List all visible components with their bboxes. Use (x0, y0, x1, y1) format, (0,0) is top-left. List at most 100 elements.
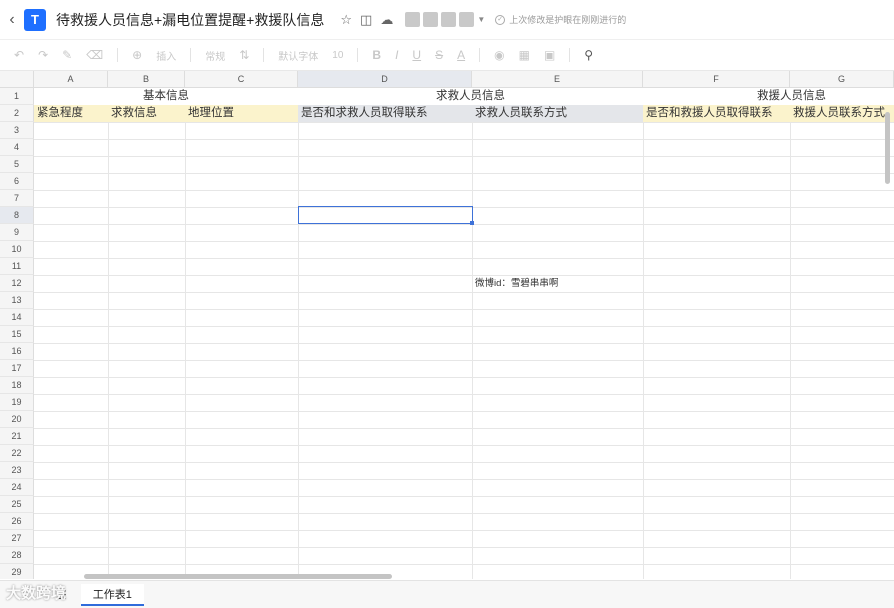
column-header-g[interactable]: G (790, 71, 894, 88)
column-header-c[interactable]: C (185, 71, 298, 88)
vertical-scrollbar[interactable] (885, 112, 890, 184)
cloud-icon[interactable]: ☁ (380, 12, 393, 28)
column-divider (108, 88, 109, 579)
cell-seeker-info-header[interactable]: 求救人员信息 (298, 88, 643, 105)
chevron-left-icon[interactable]: ‹ (0, 11, 24, 29)
decimal-icon[interactable]: ⇅ (239, 48, 249, 62)
toolbar-divider (479, 48, 481, 62)
row-header[interactable]: 23 (0, 462, 34, 479)
cell-rescuer-info-header[interactable]: 救援人员信息 (643, 88, 894, 105)
eraser-icon[interactable]: ⌫ (86, 48, 103, 62)
cell-basic-info-header[interactable]: 基本信息 (34, 88, 298, 105)
check-circle-icon: ✓ (495, 14, 506, 25)
row-header[interactable]: 9 (0, 224, 34, 241)
row-header[interactable]: 22 (0, 445, 34, 462)
search-icon[interactable]: ⚲ (584, 48, 593, 62)
row-header[interactable]: 19 (0, 394, 34, 411)
row-header[interactable]: 18 (0, 377, 34, 394)
cell-g2[interactable]: 救援人员联系方式 (790, 105, 894, 122)
column-divider (472, 88, 473, 579)
row-header[interactable]: 14 (0, 309, 34, 326)
column-divider (643, 88, 644, 579)
row-header[interactable]: 10 (0, 241, 34, 258)
row-header[interactable]: 29 (0, 564, 34, 579)
font-family-dropdown[interactable]: 默认字体 (278, 48, 318, 63)
cell-area[interactable] (34, 88, 894, 579)
avatar[interactable] (441, 12, 457, 27)
row-header[interactable]: 1 (0, 88, 34, 105)
border-icon[interactable]: ▦ (519, 48, 530, 62)
bold-icon[interactable]: B (372, 48, 381, 62)
fill-color-icon[interactable]: ◉ (494, 48, 504, 62)
title-bar: ‹ T 待救援人员信息+漏电位置提醒+救援队信息 ☆ ◫ ☁ ▼ ✓ 上次修改是… (0, 0, 894, 40)
row-header[interactable]: 28 (0, 547, 34, 564)
toolbar-divider (263, 48, 265, 62)
row-header[interactable]: 11 (0, 258, 34, 275)
spreadsheet-grid[interactable]: A B C D E F G 1 2 3 4 5 6 7 8 9 10 11 12… (0, 71, 894, 579)
avatar[interactable] (459, 12, 475, 27)
sheet-tab-bar: ☰ 工作表1 (0, 580, 894, 608)
insert-icon[interactable]: ⊕ (132, 48, 142, 62)
row-header[interactable]: 27 (0, 530, 34, 547)
redo-icon[interactable]: ↷ (38, 48, 48, 62)
select-all-corner[interactable] (0, 71, 34, 88)
font-color-icon[interactable]: A (457, 48, 465, 62)
column-divider (185, 88, 186, 579)
strikethrough-icon[interactable]: S (435, 48, 443, 62)
undo-icon[interactable]: ↶ (14, 48, 24, 62)
number-format-dropdown[interactable]: 常规 (205, 48, 225, 63)
cell-b2[interactable]: 求救信息 (108, 105, 185, 122)
row-header[interactable]: 4 (0, 139, 34, 156)
row-header[interactable]: 20 (0, 411, 34, 428)
row-header[interactable]: 17 (0, 360, 34, 377)
row-header[interactable]: 8 (0, 207, 34, 224)
tencent-docs-logo-icon[interactable]: T (24, 8, 46, 31)
row-header[interactable]: 21 (0, 428, 34, 445)
cell-e2[interactable]: 求救人员联系方式 (472, 105, 643, 122)
avatar[interactable] (405, 12, 421, 27)
row-header[interactable]: 26 (0, 513, 34, 530)
column-header-a[interactable]: A (34, 71, 108, 88)
row-header[interactable]: 13 (0, 292, 34, 309)
cell-a2[interactable]: 紧急程度 (34, 105, 108, 122)
column-header-b[interactable]: B (108, 71, 185, 88)
row-header[interactable]: 15 (0, 326, 34, 343)
cell-f2[interactable]: 是否和救援人员取得联系 (643, 105, 790, 122)
column-header-f[interactable]: F (643, 71, 790, 88)
column-header-e[interactable]: E (472, 71, 643, 88)
toolbar-divider (117, 48, 119, 62)
column-header-d[interactable]: D (298, 71, 472, 88)
fill-handle[interactable] (470, 221, 474, 225)
document-status-icon[interactable]: ◫ (360, 12, 372, 28)
row-header[interactable]: 3 (0, 122, 34, 139)
watermark: 大数跨境 (6, 585, 67, 602)
row-header[interactable]: 24 (0, 479, 34, 496)
collaborator-avatars[interactable] (405, 12, 477, 27)
insert-button[interactable]: 插入 (156, 48, 176, 63)
italic-icon[interactable]: I (395, 48, 398, 62)
document-title[interactable]: 待救援人员信息+漏电位置提醒+救援队信息 (56, 10, 324, 30)
underline-icon[interactable]: U (412, 48, 421, 62)
toolbar-divider (569, 48, 571, 62)
row-header[interactable]: 5 (0, 156, 34, 173)
save-status: ✓ 上次修改是护眼在刚刚进行的 (495, 13, 626, 26)
cell-c2[interactable]: 地理位置 (185, 105, 298, 122)
row-header[interactable]: 7 (0, 190, 34, 207)
row-header[interactable]: 2 (0, 105, 34, 122)
font-size-dropdown[interactable]: 10 (332, 50, 343, 61)
cell-d2[interactable]: 是否和求救人员取得联系 (298, 105, 472, 122)
row-header[interactable]: 16 (0, 343, 34, 360)
horizontal-scrollbar[interactable] (84, 574, 392, 579)
selected-cell-d8[interactable] (298, 206, 473, 224)
sheet-tab-1[interactable]: 工作表1 (80, 583, 144, 606)
row-header[interactable]: 12 (0, 275, 34, 292)
format-painter-icon[interactable]: ✎ (62, 48, 72, 62)
chevron-down-icon[interactable]: ▼ (477, 15, 485, 24)
star-icon[interactable]: ☆ (340, 12, 352, 28)
row-header[interactable]: 25 (0, 496, 34, 513)
rescuer-info-text: 救援人员信息 (757, 90, 826, 102)
cell-e12[interactable]: 微博id：雪碧串串啊 (472, 275, 643, 292)
avatar[interactable] (423, 12, 439, 27)
row-header[interactable]: 6 (0, 173, 34, 190)
merge-cells-icon[interactable]: ▣ (544, 48, 555, 62)
